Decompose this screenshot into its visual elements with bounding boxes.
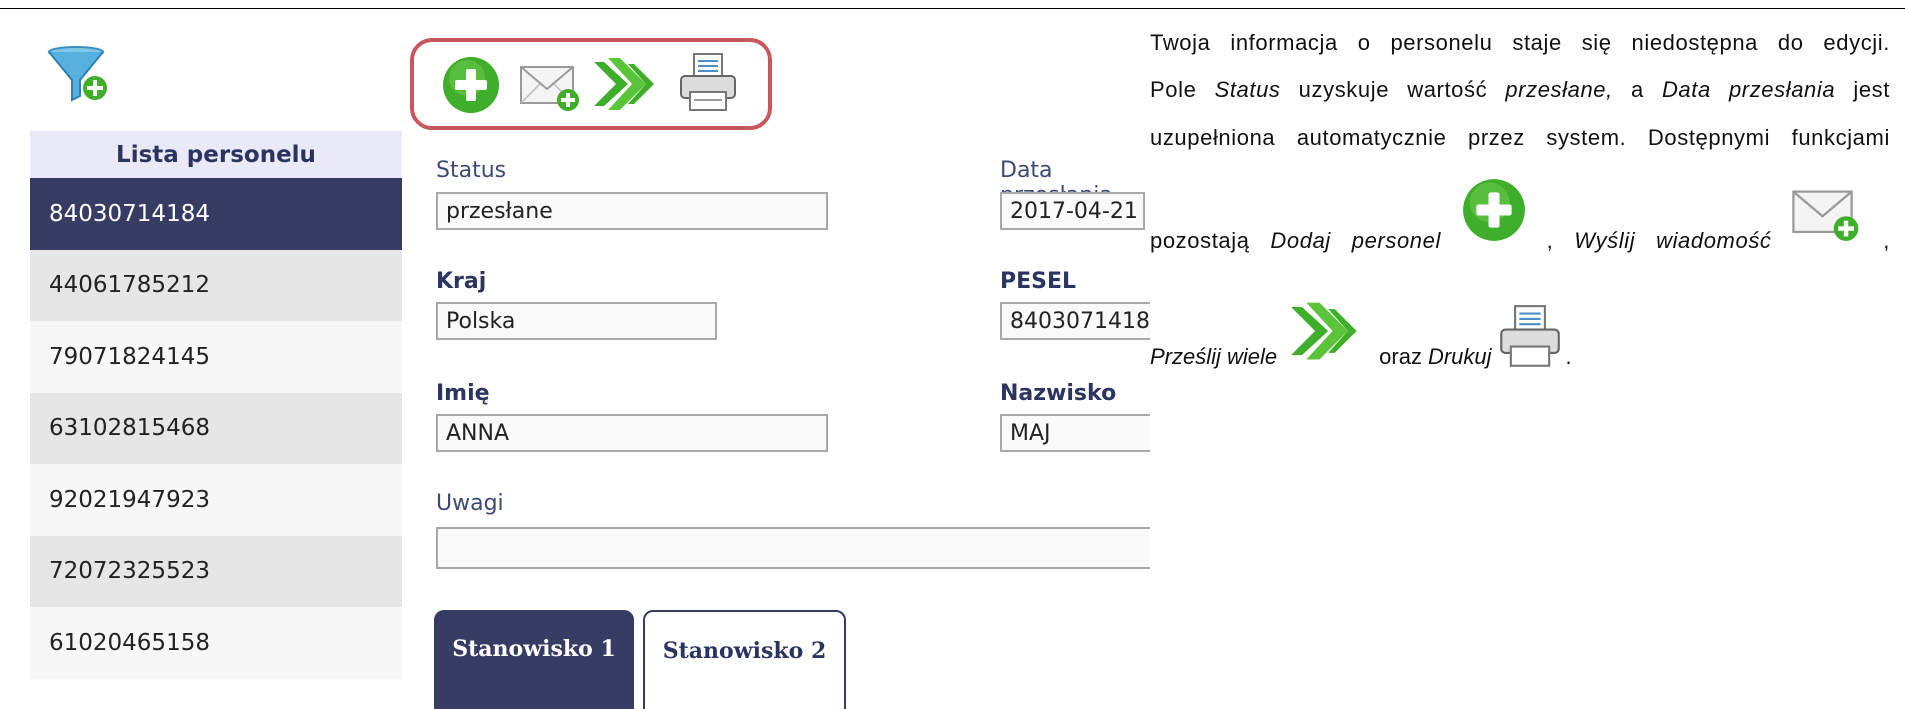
desc-word: Dostępnymi xyxy=(1647,125,1771,150)
print-icon[interactable] xyxy=(678,52,738,114)
desc-line-3: uzupełniona automatycznie przez system. … xyxy=(1150,125,1890,151)
list-item[interactable]: 92021947923 xyxy=(30,464,402,536)
list-item[interactable]: 61020465158 xyxy=(30,607,402,679)
desc-word: o xyxy=(1357,30,1371,55)
add-icon[interactable] xyxy=(442,56,500,114)
desc-word: uzyskuje xyxy=(1298,77,1390,102)
desc-word: wiadomość xyxy=(1656,228,1772,253)
tab-stanowisko-1[interactable]: Stanowisko 1 xyxy=(434,610,634,709)
filter-add-icon[interactable] xyxy=(48,46,112,104)
staff-list-header: Lista personelu xyxy=(30,131,402,178)
send-message-icon[interactable] xyxy=(520,62,582,112)
desc-word: staje xyxy=(1512,30,1562,55)
desc-word: wartość xyxy=(1407,77,1488,102)
desc-word: personelu xyxy=(1390,30,1493,55)
desc-word: funkcjami xyxy=(1791,125,1890,150)
add-icon xyxy=(1462,179,1525,241)
staff-list: Lista personelu 84030714184 44061785212 … xyxy=(30,131,402,679)
notes-label: Uwagi xyxy=(436,491,504,516)
desc-word: uzupełniona xyxy=(1150,125,1276,150)
desc-word: oraz xyxy=(1379,344,1422,369)
desc-word: się xyxy=(1581,30,1612,55)
status-label: Status xyxy=(436,158,507,183)
list-item[interactable]: 44061785212 xyxy=(30,249,402,321)
desc-word: automatycznie xyxy=(1296,125,1447,150)
app-screenshot: Lista personelu 84030714184 44061785212 … xyxy=(0,0,1150,709)
desc-word: niedostępna xyxy=(1631,30,1758,55)
desc-word: pozostają xyxy=(1150,228,1250,253)
desc-word: informacja xyxy=(1230,30,1338,55)
send-many-icon[interactable] xyxy=(594,54,658,114)
desc-word: system. xyxy=(1546,125,1627,150)
desc-line-5: Prześlij wiele oraz Drukuj . xyxy=(1150,290,1890,370)
action-toolbar xyxy=(410,38,772,130)
desc-word: edycji. xyxy=(1823,30,1890,55)
desc-word: , xyxy=(1883,228,1890,253)
status-field: przesłane xyxy=(436,192,828,230)
firstname-field: ANNA xyxy=(436,414,828,452)
desc-word: przesłania xyxy=(1728,77,1836,102)
desc-word: Status xyxy=(1214,77,1281,102)
desc-word: przesłane, xyxy=(1505,77,1613,102)
list-item[interactable]: 84030714184 xyxy=(30,178,402,250)
send-many-icon xyxy=(1291,302,1357,360)
firstname-label: Imię xyxy=(436,381,490,406)
desc-word: do xyxy=(1777,30,1804,55)
list-item[interactable]: 72072325523 xyxy=(30,535,402,607)
desc-word: Prześlij wiele xyxy=(1150,344,1278,369)
desc-word: , xyxy=(1546,228,1554,253)
send-message-icon xyxy=(1792,190,1859,241)
lastname-label: Nazwisko xyxy=(1000,381,1117,406)
print-icon xyxy=(1499,305,1560,367)
pesel-label: PESEL xyxy=(1000,269,1077,294)
desc-line-2: Pole Status uzyskuje wartość przesłane, … xyxy=(1150,77,1890,103)
date-field: 2017-04-21 xyxy=(1000,192,1145,230)
desc-word: personel xyxy=(1351,228,1441,253)
desc-line-1: Twoja informacja o personelu staje się n… xyxy=(1150,30,1890,56)
desc-word: . xyxy=(1565,344,1573,369)
desc-word: przez xyxy=(1468,125,1525,150)
desc-word: Wyślij xyxy=(1574,228,1636,253)
tab-stanowisko-2[interactable]: Stanowisko 2 xyxy=(643,610,846,709)
lastname-field: MAJ xyxy=(1000,414,1150,452)
country-field: Polska xyxy=(436,302,717,340)
desc-line-4: pozostają Dodaj personel , Wyślij wiadom… xyxy=(1150,179,1890,254)
desc-word: Drukuj xyxy=(1427,344,1492,369)
desc-word: Pole xyxy=(1150,77,1197,102)
list-item[interactable]: 63102815468 xyxy=(30,392,402,464)
desc-word: jest xyxy=(1853,77,1890,102)
desc-word: a xyxy=(1630,77,1644,102)
country-label: Kraj xyxy=(436,269,487,294)
pesel-field: 84030714184 xyxy=(1000,302,1150,340)
list-item[interactable]: 79071824145 xyxy=(30,321,402,393)
desc-word: Data xyxy=(1661,77,1711,102)
notes-field xyxy=(436,527,1150,569)
desc-word: Twoja xyxy=(1150,30,1211,55)
desc-word: Dodaj xyxy=(1270,228,1331,253)
